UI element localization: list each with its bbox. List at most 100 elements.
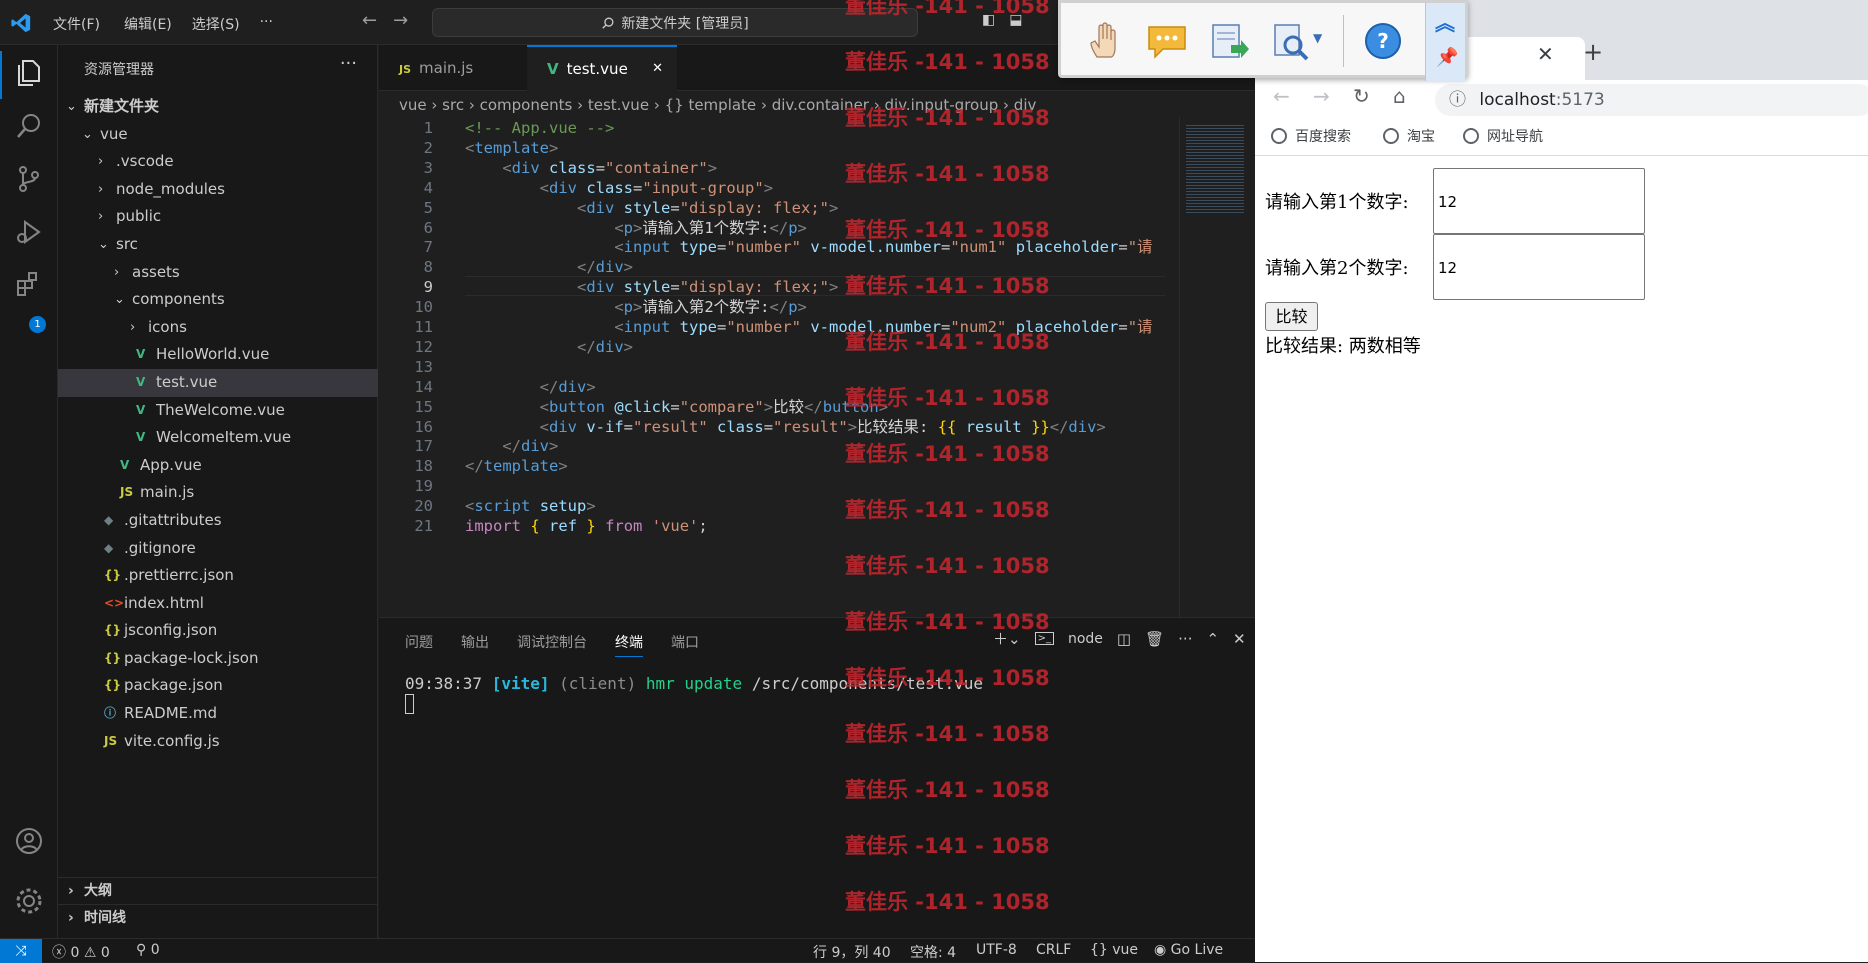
nav-forward-icon[interactable]: → xyxy=(393,10,408,31)
close-tab-icon[interactable]: ✕ xyxy=(652,47,663,91)
new-terminal-icon[interactable]: ＋⌄ xyxy=(993,628,1021,649)
tree-item[interactable]: <> index.html xyxy=(58,590,378,618)
cursor-position[interactable]: 行 9，列 40 xyxy=(813,942,891,962)
tab-test-vue[interactable]: Vtest.vue ✕ xyxy=(527,45,677,91)
breadcrumb-item[interactable]: div xyxy=(1014,96,1037,114)
terminal-output[interactable]: 09:38:37 [vite] (client) hmr update /src… xyxy=(405,674,983,714)
breadcrumb-item[interactable]: {} template xyxy=(665,96,757,114)
toggle-sidebar-icon[interactable]: ◧ xyxy=(982,12,995,28)
panel-tab-terminal[interactable]: 终端 xyxy=(615,632,643,657)
code-line[interactable]: </div> xyxy=(465,336,633,360)
tree-item[interactable]: › .vscode xyxy=(58,148,378,176)
compare-button[interactable]: 比较 xyxy=(1265,302,1318,331)
menu-more[interactable]: ··· xyxy=(260,14,273,34)
tree-item[interactable]: V WelcomeItem.vue xyxy=(58,424,378,452)
back-icon[interactable]: ← xyxy=(1273,84,1290,108)
home-icon[interactable]: ⌂ xyxy=(1393,84,1406,108)
tree-item[interactable]: ⌄ components xyxy=(58,286,378,314)
breadcrumb-item[interactable]: div.container xyxy=(772,96,869,114)
explorer-more-icon[interactable]: ··· xyxy=(340,53,357,74)
command-center[interactable]: 新建文件夹 [管理员] xyxy=(432,8,918,37)
account-icon[interactable] xyxy=(13,825,45,857)
close-panel-icon[interactable]: ✕ xyxy=(1233,630,1246,648)
outline-section[interactable]: › 大纲 xyxy=(58,877,378,904)
remote-indicator-icon[interactable]: ⤨ xyxy=(0,939,42,963)
nav-back-icon[interactable]: ← xyxy=(362,10,377,31)
tab-main-js[interactable]: JS main.js xyxy=(379,45,527,91)
hand-icon[interactable] xyxy=(1081,17,1129,65)
forward-icon[interactable]: → xyxy=(1313,84,1330,108)
minimap[interactable] xyxy=(1179,117,1255,617)
extensions-icon[interactable] xyxy=(13,269,45,301)
toggle-panel-icon[interactable]: ⬓ xyxy=(1009,12,1022,28)
panel-tab-ports[interactable]: 端口 xyxy=(671,632,699,657)
code-editor[interactable]: 1 <!-- App.vue --> 2 <template> 3 <div class… xyxy=(379,117,1179,617)
go-live-button[interactable]: ◉ Go Live xyxy=(1154,942,1223,958)
menu-file[interactable]: 文件(F) xyxy=(53,14,100,34)
bookmark-nav[interactable]: 网址导航 xyxy=(1463,126,1543,146)
tree-item[interactable]: › node_modules xyxy=(58,176,378,204)
tree-item[interactable]: ◆ .gitattributes xyxy=(58,507,378,535)
problems-status[interactable]: ⓧ 0 ⚠ 0 xyxy=(52,942,110,962)
breadcrumb-item[interactable]: components xyxy=(480,96,573,114)
tree-item[interactable]: V HelloWorld.vue xyxy=(58,341,378,369)
panel-tab-problems[interactable]: 问题 xyxy=(405,632,433,657)
code-line[interactable]: </template> xyxy=(465,455,568,479)
tree-item[interactable]: JS vite.config.js xyxy=(58,728,378,756)
tree-item[interactable]: ⓘ README.md xyxy=(58,700,378,728)
search-icon[interactable] xyxy=(13,110,45,142)
split-terminal-icon[interactable]: ◫ xyxy=(1117,630,1131,648)
site-info-icon[interactable]: ⓘ xyxy=(1449,90,1466,110)
settings-gear-icon[interactable] xyxy=(13,885,45,917)
panel-tab-debug-console[interactable]: 调试控制台 xyxy=(517,632,587,657)
code-line[interactable]: import { ref } from 'vue'; xyxy=(465,515,708,539)
tree-item[interactable]: Vtest.vue xyxy=(58,368,378,397)
breadcrumb-item[interactable]: div.input-group xyxy=(885,96,999,114)
reload-icon[interactable]: ↻ xyxy=(1353,84,1370,108)
close-tab-icon[interactable]: ✕ xyxy=(1537,42,1554,66)
address-bar[interactable]: ⓘ localhost:5173 xyxy=(1435,84,1868,116)
tree-item[interactable]: › assets xyxy=(58,259,378,287)
tree-item[interactable]: {} package.json xyxy=(58,672,378,700)
find-document-icon[interactable] xyxy=(1267,17,1315,65)
ports-status[interactable]: ⚲ 0 xyxy=(136,942,160,958)
code-line[interactable]: <div v-if="result" class="result">比较结果: … xyxy=(465,416,1106,440)
explorer-icon[interactable] xyxy=(13,57,45,89)
tree-item[interactable]: ⌄ vue xyxy=(58,121,378,149)
terminal-shell-label[interactable]: node xyxy=(1068,631,1103,647)
help-icon[interactable]: ? xyxy=(1359,17,1407,65)
tree-item[interactable]: › icons xyxy=(58,314,378,342)
menu-selection[interactable]: 选择(S) xyxy=(192,14,240,34)
export-document-icon[interactable] xyxy=(1205,17,1253,65)
breadcrumb-item[interactable]: vue xyxy=(399,96,427,114)
tree-item[interactable]: {} .prettierrc.json xyxy=(58,562,378,590)
menu-edit[interactable]: 编辑(E) xyxy=(124,14,172,34)
panel-tab-output[interactable]: 输出 xyxy=(461,632,489,657)
bookmark-baidu[interactable]: 百度搜索 xyxy=(1271,126,1351,146)
tree-item[interactable]: V App.vue xyxy=(58,452,378,480)
indentation-status[interactable]: 空格: 4 xyxy=(910,942,956,962)
breadcrumb-item[interactable]: src xyxy=(442,96,464,114)
breadcrumb-item[interactable]: test.vue xyxy=(588,96,649,114)
number1-input[interactable]: 12 xyxy=(1433,168,1645,234)
tree-item[interactable]: ◆ .gitignore xyxy=(58,535,378,563)
tree-item[interactable]: ⌄ src xyxy=(58,231,378,259)
new-tab-icon[interactable]: + xyxy=(1583,38,1603,66)
dropdown-icon[interactable]: ▼ xyxy=(1313,31,1322,45)
tree-item[interactable]: › public xyxy=(58,203,378,231)
tree-item[interactable]: JS main.js xyxy=(58,479,378,507)
more-actions-icon[interactable]: ··· xyxy=(1178,630,1192,648)
pin-icon[interactable]: 📌 xyxy=(1436,47,1458,68)
collapse-up-icon[interactable]: ︽ xyxy=(1435,7,1455,36)
chat-bubble-icon[interactable] xyxy=(1143,17,1191,65)
run-debug-icon[interactable] xyxy=(13,216,45,248)
tree-item[interactable]: V TheWelcome.vue xyxy=(58,397,378,425)
bookmark-taobao[interactable]: 淘宝 xyxy=(1383,126,1435,146)
eol-status[interactable]: CRLF xyxy=(1036,942,1071,958)
timeline-section[interactable]: › 时间线 xyxy=(58,904,378,931)
language-status[interactable]: {} vue xyxy=(1090,942,1138,958)
source-control-icon[interactable] xyxy=(13,163,45,195)
tree-item[interactable]: ⌄ 新建文件夹 xyxy=(58,93,378,121)
maximize-panel-icon[interactable]: ⌃ xyxy=(1206,630,1219,648)
encoding-status[interactable]: UTF-8 xyxy=(976,942,1017,958)
